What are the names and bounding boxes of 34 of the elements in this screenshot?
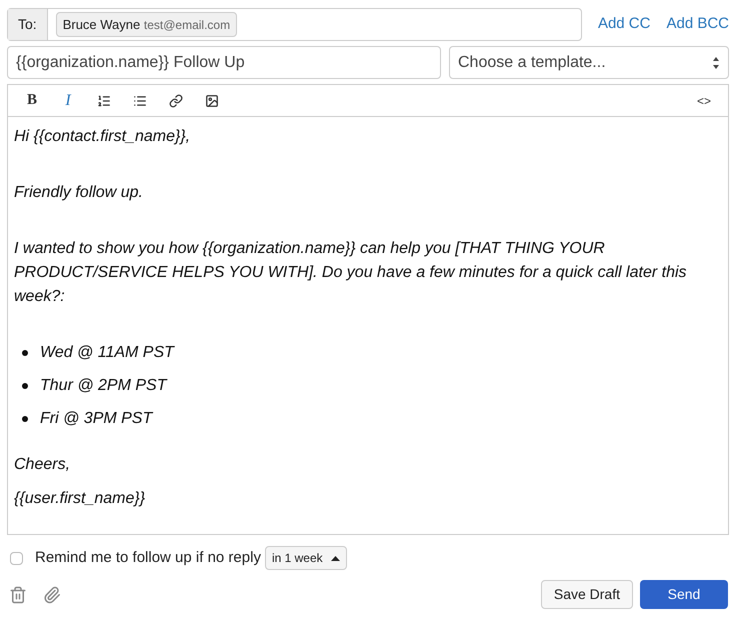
reminder-label: Remind me to follow up if no reply [35, 548, 261, 568]
caret-up-icon [330, 556, 340, 560]
bold-button[interactable]: B [16, 88, 48, 112]
send-button[interactable]: Send [640, 580, 728, 609]
link-icon [169, 94, 183, 108]
ordered-list-icon [97, 94, 111, 108]
recipient-chip[interactable]: Bruce Wayne test@email.com [56, 12, 238, 38]
to-field[interactable]: To: Bruce Wayne test@email.com [7, 8, 582, 41]
italic-button[interactable]: I [52, 88, 84, 112]
body-paragraph: Friendly follow up. [14, 183, 144, 203]
add-recipient-link[interactable]: Add BCC [666, 13, 729, 36]
body-paragraph: {{user.first_name}} [14, 489, 146, 509]
source-code-button[interactable]: <> [688, 88, 720, 112]
paperclip-icon[interactable] [43, 586, 61, 604]
list-item-text: Fri @ 3PM PST [40, 409, 152, 429]
image-icon [205, 94, 219, 108]
body-paragraph: Hi {{contact.first_name}}, [14, 127, 192, 147]
interval-dropdown[interactable]: in 1 week [264, 546, 347, 570]
list-item-text: Thur @ 2PM PST [40, 376, 166, 396]
bullet-icon [22, 350, 28, 356]
save-draft-button[interactable]: Save Draft [540, 580, 633, 609]
to-label: To: [8, 9, 48, 40]
template-select[interactable]: Choose a template... [449, 46, 729, 79]
list-item-text: Wed @ 11AM PST [40, 343, 174, 363]
bullet-list-icon [133, 94, 147, 108]
body-paragraph: I wanted to show you how {{organization.name}} can help you [THAT THING YOUR PRODUCT/SERVICE HELPS YOU WITH]. Do you have a few minutes for a quick call later this week?: [14, 239, 688, 307]
body-paragraph: Cheers, [14, 455, 72, 475]
add-recipient-link[interactable]: Add CC [598, 13, 650, 36]
subject-field[interactable]: {{organization.name}} Follow Up [7, 46, 441, 79]
reminder-checkbox[interactable] [10, 552, 23, 564]
bullet-icon [22, 416, 28, 422]
trash-icon[interactable] [9, 586, 27, 604]
sort-arrows-icon [712, 56, 720, 70]
bullet-icon [22, 383, 28, 389]
